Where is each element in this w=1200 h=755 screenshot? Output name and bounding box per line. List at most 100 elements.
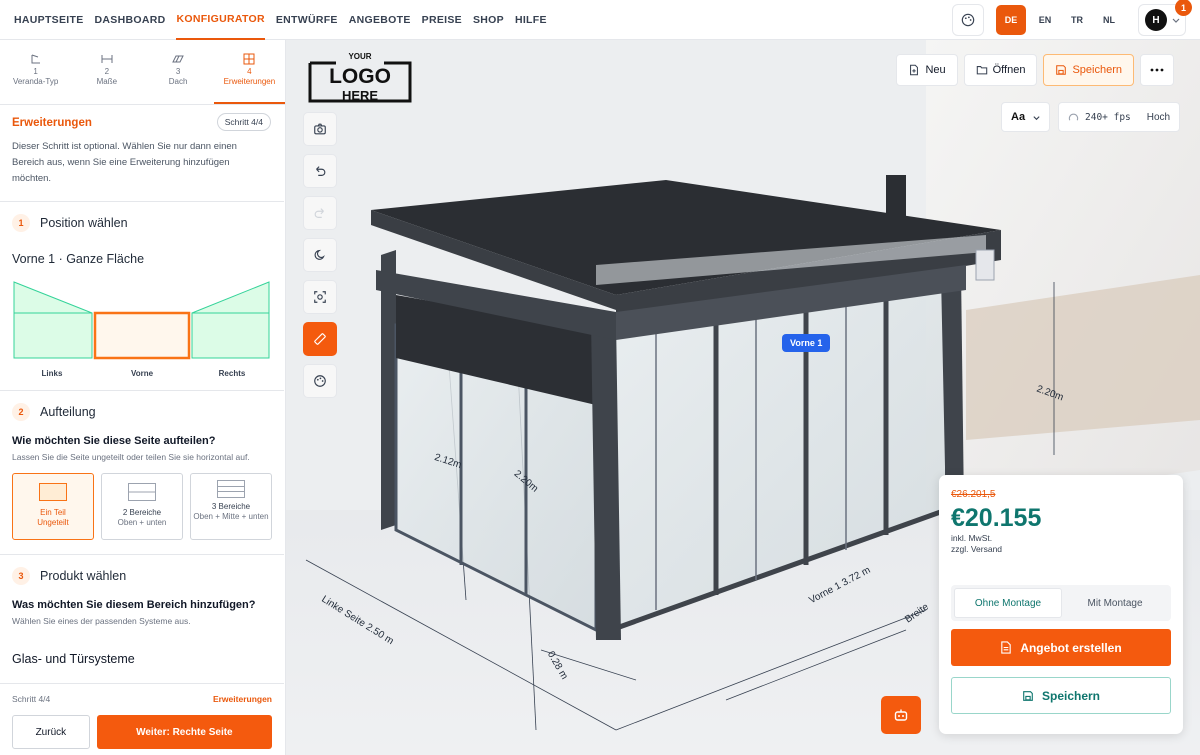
aufteilung-section: 2 Aufteilung Wie möchten Sie diese Seite… xyxy=(0,403,284,540)
create-quote-button[interactable]: Angebot erstellen xyxy=(951,629,1171,666)
option-title: Ein Teil xyxy=(40,508,66,517)
fps-value: 240+ fps xyxy=(1085,111,1131,123)
nav-entwuerfe[interactable]: ENTWÜRFE xyxy=(276,1,338,39)
option-title: 2 Bereiche xyxy=(122,508,162,517)
old-price: €26.201,5 xyxy=(951,489,996,500)
step-tab-dach[interactable]: 3 Dach xyxy=(143,40,214,104)
selected-position: Vorne 1 · Ganze Fläche xyxy=(12,252,145,266)
step-tab-masse[interactable]: 2 Maße xyxy=(71,40,142,104)
viewport-actions: Neu Öffnen Speichern xyxy=(896,54,1174,86)
robot-icon xyxy=(894,709,908,721)
sidebar-scroll-area[interactable]: 1 Position wählen Vorne 1 · Ganze Fläche xyxy=(0,201,284,683)
split-preview-icon xyxy=(217,480,245,498)
step-number: 3 xyxy=(175,67,181,76)
current-price: €20.155 xyxy=(951,504,1042,532)
option-title: 3 Bereiche xyxy=(211,502,251,511)
lang-de[interactable]: DE xyxy=(996,5,1026,35)
option-mit-montage[interactable]: Mit Montage xyxy=(1062,588,1168,618)
position-section: 1 Position wählen Vorne 1 · Ganze Fläche xyxy=(0,214,284,380)
open-button[interactable]: Öffnen xyxy=(963,54,1038,86)
more-button[interactable] xyxy=(1140,54,1174,86)
save-config-button[interactable]: Speichern xyxy=(951,677,1171,714)
assistant-button[interactable] xyxy=(881,696,921,734)
undo-button[interactable] xyxy=(303,154,337,188)
user-menu[interactable]: H 1 xyxy=(1138,0,1192,36)
section-title: Aufteilung xyxy=(40,405,96,419)
font-size-label: Aa xyxy=(1011,111,1026,123)
focus-view-button[interactable] xyxy=(303,280,337,314)
position-left[interactable] xyxy=(13,281,93,359)
split-option-three[interactable]: 3 Bereiche Oben + Mitte + unten xyxy=(190,473,272,540)
nav-shop[interactable]: SHOP xyxy=(473,1,504,39)
position-right[interactable] xyxy=(191,281,270,359)
screenshot-button[interactable] xyxy=(303,112,337,146)
section-title: Produkt wählen xyxy=(40,569,127,583)
split-option-two[interactable]: 2 Bereiche Oben + unten xyxy=(101,473,183,540)
font-size-select[interactable]: Aa xyxy=(1001,102,1050,132)
step-tab-erweiterungen[interactable]: 4 Erweiterungen xyxy=(213,40,285,104)
sidebar-footer: Schritt 4/4 Erweiterungen Zurück Weiter:… xyxy=(0,683,284,755)
option-ohne-montage[interactable]: Ohne Montage xyxy=(954,588,1062,618)
nav-hauptseite[interactable]: HAUPTSEITE xyxy=(14,1,84,39)
position-front[interactable] xyxy=(93,311,191,360)
redo-icon xyxy=(314,208,324,218)
position-picker: Links Vorne Rechts xyxy=(12,274,272,380)
section-number: 3 xyxy=(12,567,30,585)
nav-angebote[interactable]: ANGEBOTE xyxy=(349,1,411,39)
new-button-label: Neu xyxy=(925,64,946,76)
split-options: Ein Teil Ungeteilt 2 Bereiche Oben + unt… xyxy=(12,473,272,540)
position-label-left: Links xyxy=(41,369,63,378)
ruler-icon xyxy=(314,333,326,345)
lang-nl[interactable]: NL xyxy=(1094,5,1124,35)
chevron-down-icon xyxy=(1033,115,1040,120)
nav-preise[interactable]: PREISE xyxy=(422,1,462,39)
measure-button[interactable] xyxy=(303,322,337,356)
lang-en[interactable]: EN xyxy=(1030,5,1060,35)
nav-hilfe[interactable]: HILFE xyxy=(515,1,547,39)
save-button[interactable]: Speichern xyxy=(1043,54,1134,86)
installation-toggle: Ohne Montage Mit Montage xyxy=(951,585,1171,621)
split-option-one[interactable]: Ein Teil Ungeteilt xyxy=(12,473,94,540)
night-mode-button[interactable] xyxy=(303,238,337,272)
selected-side-tag[interactable]: Vorne 1 xyxy=(782,334,831,352)
step-number: 1 xyxy=(33,67,38,76)
moon-icon xyxy=(314,249,325,260)
avatar: H xyxy=(1145,9,1167,31)
step-label: Maße xyxy=(96,77,118,86)
new-button[interactable]: Neu xyxy=(896,54,958,86)
3d-viewport[interactable]: Linke Seite 2.50 m Vorne 1 3.72 m Breite… xyxy=(286,40,1200,755)
notification-badge: 1 xyxy=(1175,0,1192,16)
section-number: 2 xyxy=(12,403,30,421)
divider xyxy=(0,390,284,391)
nav-dashboard[interactable]: DASHBOARD xyxy=(95,1,166,39)
question: Was möchten Sie diesem Bereich hinzufüge… xyxy=(12,599,256,611)
step-tab-veranda-typ[interactable]: 1 Veranda-Typ xyxy=(0,40,71,104)
theme-toggle-button[interactable] xyxy=(952,4,984,36)
camera-icon xyxy=(314,123,326,135)
price-note-tax: inkl. MwSt. xyxy=(951,533,993,543)
position-labels: Links Vorne Rechts xyxy=(12,369,272,378)
price-card: €26.201,5 €20.155 inkl. MwSt. zzgl. Vers… xyxy=(939,475,1183,734)
save-icon xyxy=(1056,65,1067,75)
step-tabs: 1 Veranda-Typ 2 Maße 3 Dach 4 Erweiterun… xyxy=(0,40,285,105)
logo-line-2: LOGO xyxy=(329,65,391,88)
divider xyxy=(0,554,284,555)
viewport-toolbar xyxy=(303,112,337,398)
roof-icon xyxy=(172,55,184,63)
position-diagram xyxy=(13,281,270,360)
redo-button[interactable] xyxy=(303,196,337,230)
chevron-down-icon xyxy=(1172,18,1180,23)
lang-tr[interactable]: TR xyxy=(1062,5,1092,35)
section-description: Dieser Schritt ist optional. Wählen Sie … xyxy=(12,141,237,184)
top-right-controls: DE EN TR NL H 1 xyxy=(952,0,1192,36)
next-button[interactable]: Weiter: Rechte Seite xyxy=(96,715,272,749)
color-button[interactable] xyxy=(303,364,337,398)
focus-icon xyxy=(314,291,326,303)
nav-konfigurator[interactable]: KONFIGURATOR xyxy=(176,0,265,40)
section-number: 1 xyxy=(12,214,30,232)
split-preview-icon xyxy=(128,483,156,501)
performance-indicator[interactable]: 240+ fps Hoch xyxy=(1058,102,1180,132)
back-button[interactable]: Zurück xyxy=(12,715,90,749)
document-icon xyxy=(1001,641,1012,654)
logo-line-3: HERE xyxy=(341,88,379,103)
